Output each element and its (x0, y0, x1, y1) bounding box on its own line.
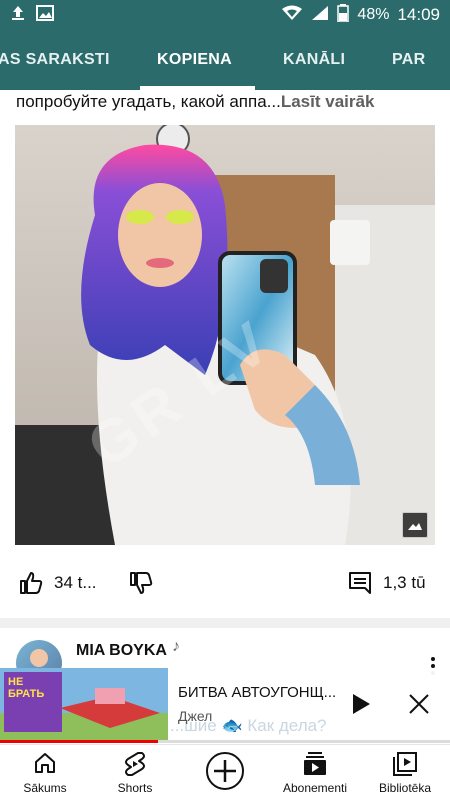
nav-shorts-label: Shorts (117, 781, 153, 795)
image-type-badge (402, 512, 428, 538)
post-author[interactable]: MIA BOYKA (76, 642, 167, 660)
post-image[interactable]: GR LV (15, 125, 435, 545)
battery-percent: 48% (357, 6, 390, 23)
upload-icon (10, 5, 26, 26)
like-button[interactable]: 34 t... (18, 570, 97, 596)
post-body: попробуйте угадать, какой аппа... (16, 92, 281, 111)
library-icon (393, 752, 417, 776)
next-post-header: MIA BOYKA ♪ (0, 628, 450, 686)
comment-icon (349, 572, 371, 594)
like-count: 34 t... (54, 573, 97, 592)
tab-community[interactable]: KOPIENA (157, 30, 232, 90)
thumbnail-text: НЕ БРАТЬ (8, 676, 45, 700)
tab-about[interactable]: PAR (392, 30, 426, 90)
post-divider (0, 618, 450, 628)
nav-create[interactable] (180, 745, 270, 800)
mini-player-progress (0, 740, 450, 743)
mini-player[interactable]: ...шие 🐟 Как дела? НЕ БРАТЬ БИТВА АВТОУГ… (0, 668, 450, 743)
image-icon (36, 4, 54, 26)
battery-icon (337, 3, 350, 27)
post-actions: 34 t... 1,3 tū (0, 560, 450, 610)
thumbs-up-icon (20, 572, 43, 594)
comments-button[interactable]: 1,3 tū (347, 570, 426, 596)
subscriptions-icon (304, 752, 326, 775)
nav-home[interactable]: Sākums (0, 745, 90, 800)
nav-shorts[interactable]: Shorts (90, 745, 180, 800)
mini-player-thumbnail[interactable]: НЕ БРАТЬ (0, 668, 168, 740)
close-icon[interactable] (407, 692, 431, 716)
clock: 14:09 (397, 5, 440, 24)
create-icon (206, 752, 244, 790)
post-text: попробуйте угадать, какой аппа...Lasīt v… (16, 92, 441, 116)
image-icon (408, 523, 422, 530)
comment-count: 1,3 tū (383, 573, 426, 592)
dislike-button[interactable] (128, 570, 154, 596)
nav-subscriptions-label: Abonementi (282, 781, 348, 795)
thumbs-down-icon (130, 572, 153, 594)
nav-subscriptions[interactable]: Abonementi (270, 745, 360, 800)
channel-tab-bar: AS SARAKSTI KOPIENA KANĀLI PAR (0, 30, 450, 90)
progress-fill (0, 740, 158, 743)
read-more-link[interactable]: Lasīt vairāk (281, 92, 375, 111)
tab-channels[interactable]: KANĀLI (283, 30, 345, 90)
bottom-navigation: Sākums Shorts Abonementi Bibliotēka (0, 744, 450, 800)
play-icon[interactable] (350, 692, 372, 716)
nav-library[interactable]: Bibliotēka (360, 745, 450, 800)
status-bar: 48% 14:09 (0, 0, 450, 30)
mini-player-channel: Джел (178, 708, 213, 724)
app-screen: 48% 14:09 AS SARAKSTI KOPIENA KANĀLI PAR… (0, 0, 450, 800)
active-tab-indicator (140, 86, 255, 90)
tab-playlists[interactable]: AS SARAKSTI (0, 30, 110, 90)
wifi-icon (281, 5, 303, 26)
shorts-icon (125, 752, 145, 776)
nav-library-label: Bibliotēka (378, 781, 432, 795)
nav-home-label: Sākums (23, 781, 67, 795)
signal-icon (311, 5, 329, 26)
home-icon (35, 753, 55, 773)
music-note-icon: ♪ (172, 638, 180, 655)
mini-player-title[interactable]: БИТВА АВТОУГОНЩ... (178, 684, 343, 701)
